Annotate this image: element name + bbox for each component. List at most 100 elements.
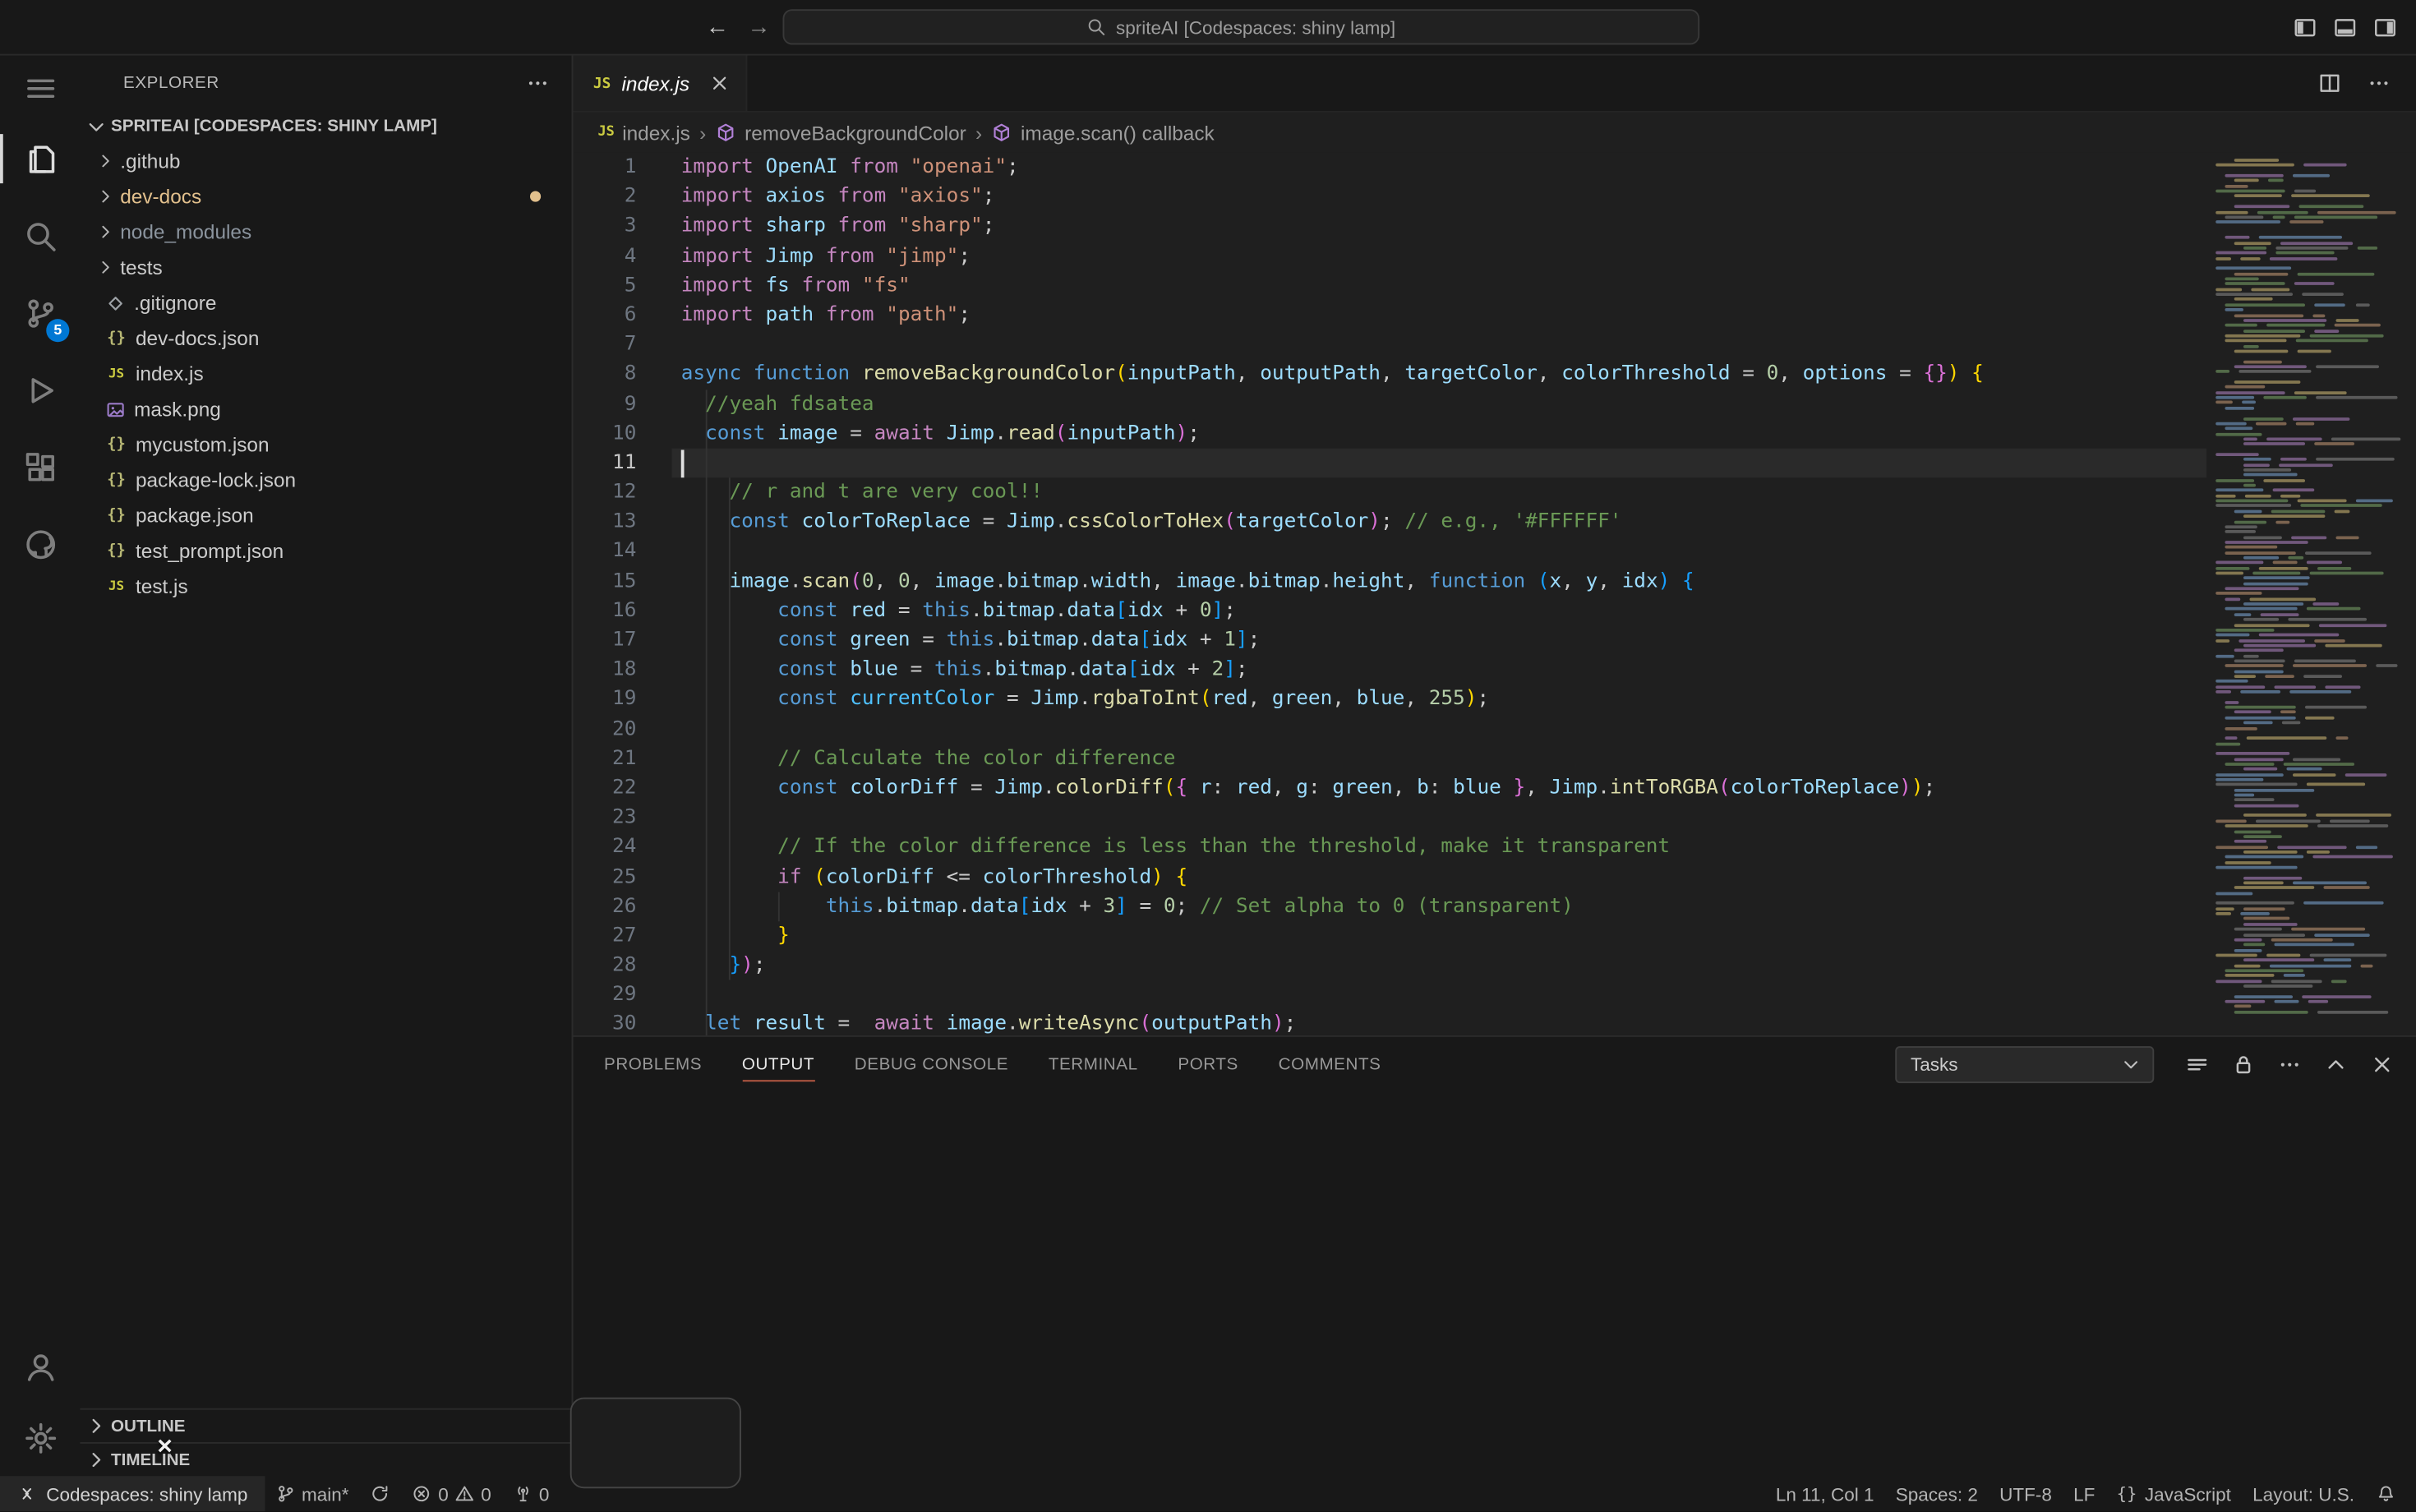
tree-item-dev-docs[interactable]: dev-docs (81, 179, 572, 214)
panel-tab-output[interactable]: OUTPUT (742, 1038, 814, 1092)
tree-item-test-prompt-json[interactable]: {}test_prompt.json (81, 533, 572, 569)
tree-item-dev-docs-json[interactable]: {}dev-docs.json (81, 320, 572, 356)
json-file-icon: {} (105, 507, 128, 524)
sync-item[interactable] (360, 1477, 402, 1512)
panel-tab-debug-console[interactable]: DEBUG CONSOLE (855, 1038, 1008, 1092)
tab-index-js[interactable]: JSindex.js (574, 56, 747, 112)
file-label: mycustom.json (136, 433, 270, 456)
panel-tab-comments[interactable]: COMMENTS (1279, 1038, 1381, 1092)
project-root[interactable]: SPRITEAI [CODESPACES: SHINY LAMP] (81, 109, 572, 143)
activity-item-run-debug[interactable] (0, 352, 81, 429)
minimap[interactable] (2206, 153, 2416, 1036)
error-icon (412, 1484, 431, 1504)
status-label: LF (2073, 1483, 2095, 1505)
more-icon[interactable] (2367, 71, 2391, 95)
branch-item[interactable]: main* (265, 1477, 360, 1512)
files-icon (22, 141, 58, 177)
panel-header: PROBLEMS OUTPUT DEBUG CONSOLE TERMINAL PORTS… (574, 1038, 2416, 1092)
status-cursor-position[interactable]: Ln 11, Col 1 (1765, 1477, 1885, 1512)
panel-tab-problems[interactable]: PROBLEMS (604, 1038, 702, 1092)
toggle-secondary-sidebar-icon[interactable] (2373, 15, 2398, 39)
breadcrumb-label: removeBackgroundColor (745, 121, 966, 144)
json-file-icon: {} (105, 330, 128, 347)
activity-bar-top: 5 (0, 56, 81, 583)
code-line: async function removeBackgroundColor(inp… (681, 359, 2206, 389)
chevron-up-icon[interactable] (2324, 1052, 2349, 1076)
tree-item-index-js[interactable]: JSindex.js (81, 356, 572, 391)
ports-item[interactable]: 0 (502, 1477, 560, 1512)
code-content[interactable]: import OpenAI from "openai";import axios… (672, 153, 2207, 1036)
tree-item-mask-png[interactable]: mask.png (81, 391, 572, 426)
status-keyboard-layout[interactable]: Layout: U.S. (2242, 1477, 2365, 1512)
line-number: 19 (574, 685, 672, 714)
lines-icon[interactable] (2185, 1052, 2210, 1076)
sidebar-header: EXPLORER (81, 56, 572, 110)
breadcrumb-index-js[interactable]: JSindex.js (598, 121, 690, 144)
tree-item-mycustom-json[interactable]: {}mycustom.json (81, 426, 572, 462)
tree-item-node-modules[interactable]: node_modules (81, 214, 572, 250)
status-eol[interactable]: LF (2063, 1477, 2106, 1512)
line-number: 5 (574, 271, 672, 301)
panel-close-icon[interactable] (2370, 1052, 2395, 1076)
problems-item[interactable]: 0 0 (401, 1477, 502, 1512)
tasks-dropdown-value: Tasks (1911, 1053, 1958, 1075)
file-label: index.js (136, 362, 204, 385)
close-icon[interactable] (708, 72, 730, 94)
more-icon[interactable] (2277, 1052, 2302, 1076)
more-actions-icon[interactable] (525, 70, 550, 94)
tab-label: index.js (621, 71, 689, 94)
status-label: JavaScript (2145, 1483, 2231, 1505)
code-editor[interactable]: import OpenAI from "openai";import axios… (672, 153, 2207, 1036)
split-editor-icon[interactable] (2317, 71, 2342, 95)
status-encoding[interactable]: UTF-8 (1989, 1477, 2063, 1512)
status-indentation[interactable]: Spaces: 2 (1885, 1477, 1989, 1512)
command-center[interactable]: spriteAI [Codespaces: shiny lamp] (783, 9, 1700, 44)
tree-item-gitignore[interactable]: .gitignore (81, 285, 572, 320)
bell-icon (2376, 1484, 2395, 1504)
chevron-right-icon (95, 187, 115, 206)
status-bar: Codespaces: shiny lamp main* 0 0 0 Ln 11… (0, 1477, 2416, 1512)
activity-item-source-control[interactable]: 5 (0, 274, 81, 352)
remote-indicator[interactable]: Codespaces: shiny lamp (0, 1477, 265, 1512)
activity-item-extensions[interactable] (0, 428, 81, 505)
status-language-mode[interactable]: {}JavaScript (2106, 1477, 2243, 1512)
code-area: 1234567891011121314151617181920212223242… (574, 153, 2416, 1036)
code-line: }); (681, 951, 2206, 980)
back-button[interactable]: ← (706, 14, 729, 40)
breadcrumb-removebackgroundcolor[interactable]: removeBackgroundColor (715, 121, 966, 144)
chevron-right-icon (95, 257, 115, 277)
status-notifications[interactable] (2365, 1477, 2407, 1512)
code-line: const colorDiff = Jimp.colorDiff({ r: re… (681, 773, 2206, 803)
lock-icon[interactable] (2231, 1052, 2256, 1076)
toggle-panel-icon[interactable] (2333, 15, 2358, 39)
activity-item-explorer[interactable] (0, 120, 81, 197)
panel-tab-terminal[interactable]: TERMINAL (1049, 1038, 1138, 1092)
line-number: 20 (574, 714, 672, 744)
forward-button[interactable]: → (747, 14, 770, 40)
activity-item-accounts[interactable] (0, 1335, 81, 1399)
toggle-sidebar-icon[interactable] (2293, 15, 2317, 39)
tree-item-tests[interactable]: tests (81, 250, 572, 285)
activity-item-search[interactable] (0, 197, 81, 274)
radio-tower-icon (513, 1484, 533, 1504)
panel-tab-ports[interactable]: PORTS (1178, 1038, 1238, 1092)
section-timeline[interactable]: TIMELINE (81, 1443, 572, 1477)
output-panel-content[interactable] (574, 1091, 2416, 1477)
activity-item-settings[interactable] (0, 1399, 81, 1477)
ports-count: 0 (539, 1483, 550, 1505)
tree-item-package-lock-json[interactable]: {}package-lock.json (81, 463, 572, 498)
tree-item-package-json[interactable]: {}package.json (81, 498, 572, 533)
remote-label: Codespaces: shiny lamp (46, 1483, 247, 1505)
tree-item-github[interactable]: .github (81, 143, 572, 178)
breadcrumb-image-scan-callback[interactable]: image.scan() callback (991, 121, 1214, 144)
section-outline[interactable]: OUTLINE (81, 1408, 572, 1442)
git-file-icon (105, 292, 127, 313)
search-icon (22, 218, 58, 253)
activity-item-github[interactable] (0, 505, 81, 583)
tasks-dropdown[interactable]: Tasks (1895, 1046, 2154, 1083)
title-bar: ← → spriteAI [Codespaces: shiny lamp] (0, 0, 2416, 56)
activity-item-menu[interactable] (0, 56, 81, 121)
tree-item-test-js[interactable]: JStest.js (81, 569, 572, 604)
line-numbers[interactable]: 1234567891011121314151617181920212223242… (574, 153, 672, 1036)
line-number: 21 (574, 744, 672, 773)
